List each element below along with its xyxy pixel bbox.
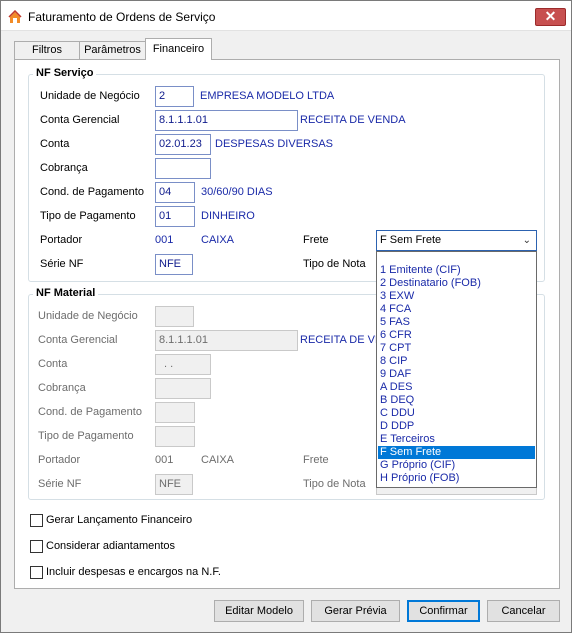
nf-servico-unidade-label: Unidade de Negócio [40,90,140,102]
frete-option[interactable]: D DDP [378,420,535,433]
frete-option[interactable]: 5 FAS [378,316,535,329]
frete-option[interactable]: 1 Emitente (CIF) [378,264,535,277]
nf-servico-tipo-pagamento-name: DINHEIRO [201,210,255,222]
gerar-lancamento-checkbox[interactable] [30,514,43,527]
nf-material-serie-label: Série NF [38,478,82,490]
nf-servico-portador-code: 001 [155,234,174,246]
confirmar-button[interactable]: Confirmar [407,600,480,622]
nf-servico-serie-input[interactable]: NFE [155,254,193,275]
frete-option[interactable]: A DES [378,381,535,394]
considerar-adiantamentos-checkbox[interactable] [30,540,43,553]
frete-option[interactable]: 3 EXW [378,290,535,303]
nf-material-unidade-input [155,306,194,327]
frete-option[interactable]: B DEQ [378,394,535,407]
nf-servico-tipo-pagamento-input[interactable]: 01 [155,206,195,227]
nf-servico-conta-input[interactable]: 02.01.23 [155,134,211,155]
nf-material-cobranca-input [155,378,211,399]
nf-servico-frete-label: Frete [303,234,329,246]
frete-option[interactable]: 6 CFR [378,329,535,342]
frete-option[interactable]: 9 DAF [378,368,535,381]
chevron-down-icon[interactable]: ⌄ [523,231,531,250]
title-bar: Faturamento de Ordens de Serviço ✕ [1,1,571,31]
nf-material-serie-input: NFE [155,474,193,495]
window-title: Faturamento de Ordens de Serviço [28,10,216,24]
frete-option[interactable]: 7 CPT [378,342,535,355]
tab-parametros-label: Parâmetros [84,44,141,56]
nf-material-title: NF Material [33,287,99,299]
app-icon [8,10,22,24]
nf-servico-cobranca-label: Cobrança [40,162,88,174]
frete-combobox[interactable]: F Sem Frete ⌄ [376,230,537,251]
frete-option[interactable]: H Próprio (FOB) [378,472,535,485]
nf-material-tipo-nota-label: Tipo de Nota [303,478,366,490]
frete-option[interactable]: 8 CIP [378,355,535,368]
nf-servico-conta-name: DESPESAS DIVERSAS [215,138,333,150]
nf-material-portador-name: CAIXA [201,454,235,466]
nf-material-cobranca-label: Cobrança [38,382,86,394]
tab-filtros[interactable]: Filtros [14,41,80,60]
considerar-adiantamentos-label[interactable]: Considerar adiantamentos [46,540,175,552]
frete-option[interactable]: C DDU [378,407,535,420]
gerar-previa-button[interactable]: Gerar Prévia [311,600,400,622]
nf-material-conta-label: Conta [38,358,68,370]
nf-material-tipo-pagamento-input [155,426,195,447]
frete-option[interactable]: 2 Destinatario (FOB) [378,277,535,290]
frete-option[interactable]: 4 FCA [378,303,535,316]
nf-servico-cond-pagamento-name: 30/60/90 DIAS [201,186,273,198]
nf-servico-conta-gerencial-name: RECEITA DE VENDA [300,114,406,126]
nf-servico-serie-label: Série NF [40,258,84,270]
nf-material-conta-gerencial-input: 8.1.1.1.01 [155,330,298,351]
nf-material-unidade-label: Unidade de Negócio [38,310,138,322]
nf-servico-conta-label: Conta [40,138,70,150]
nf-material-cond-pagamento-label: Cond. de Pagamento [38,406,142,418]
nf-material-conta-gerencial-label: Conta Gerencial [38,334,118,346]
nf-servico-title: NF Serviço [33,67,97,79]
nf-servico-unidade-name: EMPRESA MODELO LTDA [200,90,335,102]
gerar-lancamento-label[interactable]: Gerar Lançamento Financeiro [46,514,192,526]
incluir-despesas-checkbox[interactable] [30,566,43,579]
frete-option[interactable]: E Terceiros [378,433,535,446]
tab-parametros[interactable]: Parâmetros [79,41,146,60]
close-button[interactable]: ✕ [535,8,566,26]
nf-material-cond-pagamento-input [155,402,195,423]
nf-servico-unidade-input[interactable]: 2 [155,86,194,107]
frete-dropdown-list[interactable]: 1 Emitente (CIF) 2 Destinatario (FOB) 3 EX… [376,251,537,488]
frete-combobox-value: F Sem Frete [380,234,442,246]
nf-servico-tipo-nota-label: Tipo de Nota [303,258,366,270]
nf-material-tipo-pagamento-label: Tipo de Pagamento [38,430,134,442]
nf-servico-portador-label: Portador [40,234,83,246]
nf-servico-portador-name: CAIXA [201,234,235,246]
tab-financeiro-label: Financeiro [152,43,205,55]
nf-material-portador-code: 001 [155,454,174,466]
nf-material-frete-label: Frete [303,454,329,466]
nf-servico-cond-pagamento-label: Cond. de Pagamento [40,186,144,198]
frete-option[interactable]: F Sem Frete [378,446,535,459]
nf-servico-conta-gerencial-label: Conta Gerencial [40,114,120,126]
nf-material-conta-gerencial-name: RECEITA DE VE [300,334,383,346]
dialog-window: Faturamento de Ordens de Serviço ✕ Filtr… [0,0,572,633]
frete-option[interactable]: G Próprio (CIF) [378,459,535,472]
nf-servico-tipo-pagamento-label: Tipo de Pagamento [40,210,136,222]
nf-servico-cond-pagamento-input[interactable]: 04 [155,182,195,203]
nf-servico-cobranca-input[interactable] [155,158,211,179]
nf-material-conta-input: . . [155,354,211,375]
close-icon: ✕ [544,8,557,24]
cancelar-button[interactable]: Cancelar [487,600,560,622]
editar-modelo-button[interactable]: Editar Modelo [214,600,304,622]
nf-servico-conta-gerencial-input[interactable]: 8.1.1.1.01 [155,110,298,131]
tab-financeiro[interactable]: Financeiro [145,38,212,60]
incluir-despesas-label[interactable]: Incluir despesas e encargos na N.F. [46,566,221,578]
tab-filtros-label: Filtros [32,44,62,56]
nf-material-portador-label: Portador [38,454,81,466]
